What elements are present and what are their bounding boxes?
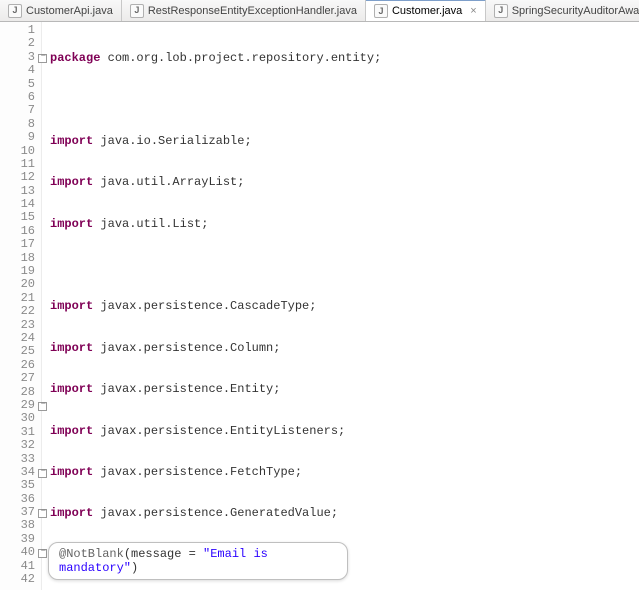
line-number: 22: [0, 305, 41, 318]
tab-customer[interactable]: J Customer.java ×: [366, 0, 486, 21]
java-file-icon: J: [130, 4, 144, 18]
line-number: 11: [0, 158, 41, 171]
line-number: 36: [0, 493, 41, 506]
line-number: 8: [0, 118, 41, 131]
tab-spring-security-auditor[interactable]: J SpringSecurityAuditorAware.j: [486, 0, 639, 21]
code-line: [50, 93, 583, 106]
line-number: 39: [0, 533, 41, 546]
code-line: import java.util.ArrayList;: [50, 176, 583, 189]
line-number: 25: [0, 345, 41, 358]
line-number[interactable]: 34: [0, 466, 41, 479]
line-number: 24: [0, 332, 41, 345]
line-number: 21: [0, 292, 41, 305]
line-number: 19: [0, 265, 41, 278]
line-number: 6: [0, 91, 41, 104]
editor-tabs: J CustomerApi.java J RestResponseEntityE…: [0, 0, 639, 22]
line-number: 17: [0, 238, 41, 251]
java-file-icon: J: [8, 4, 22, 18]
line-number: 27: [0, 372, 41, 385]
tab-label: CustomerApi.java: [26, 5, 113, 17]
highlight-callout: @NotBlank(message = "Email is mandatory"…: [48, 542, 348, 580]
tab-label: Customer.java: [392, 5, 462, 17]
line-number: 20: [0, 278, 41, 291]
tab-label: RestResponseEntityExceptionHandler.java: [148, 5, 357, 17]
line-number: 41: [0, 560, 41, 573]
line-number: 7: [0, 104, 41, 117]
line-gutter: 1 2 3 4 5 6 7 8 9 10 11 12 13 14 15 16 1…: [0, 22, 42, 590]
line-number: 18: [0, 252, 41, 265]
code-line: import javax.persistence.CascadeType;: [50, 300, 583, 313]
line-number: 28: [0, 386, 41, 399]
close-icon[interactable]: ×: [470, 5, 476, 17]
line-number[interactable]: 3: [0, 51, 41, 64]
line-number: 23: [0, 319, 41, 332]
line-number[interactable]: 37: [0, 506, 41, 519]
line-number: 15: [0, 211, 41, 224]
code-line: import javax.persistence.EntityListeners…: [50, 425, 583, 438]
line-number: 33: [0, 453, 41, 466]
line-number[interactable]: 29: [0, 399, 41, 412]
line-number[interactable]: 40: [0, 546, 41, 559]
code-line: import java.io.Serializable;: [50, 135, 583, 148]
line-number: 12: [0, 171, 41, 184]
line-number: 4: [0, 64, 41, 77]
line-number: 26: [0, 359, 41, 372]
line-number: 9: [0, 131, 41, 144]
line-number: 30: [0, 412, 41, 425]
line-number: 5: [0, 78, 41, 91]
line-number: 32: [0, 439, 41, 452]
java-file-icon: J: [374, 4, 388, 18]
line-number: 1: [0, 24, 41, 37]
line-number: 10: [0, 145, 41, 158]
line-number: 38: [0, 519, 41, 532]
code-line: import java.util.List;: [50, 218, 583, 231]
code-line: import javax.persistence.FetchType;: [50, 466, 583, 479]
code-line: import javax.persistence.Entity;: [50, 383, 583, 396]
code-line: [50, 259, 583, 272]
code-line: import javax.persistence.Column;: [50, 342, 583, 355]
tab-customer-api[interactable]: J CustomerApi.java: [0, 0, 122, 21]
line-number: 2: [0, 37, 41, 50]
code-line: package com.org.lob.project.repository.e…: [50, 52, 583, 65]
line-number: 42: [0, 573, 41, 586]
line-number: 14: [0, 198, 41, 211]
line-number: 16: [0, 225, 41, 238]
code-area[interactable]: package com.org.lob.project.repository.e…: [42, 22, 583, 590]
code-line: import javax.persistence.GeneratedValue;: [50, 507, 583, 520]
tab-rest-exception-handler[interactable]: J RestResponseEntityExceptionHandler.jav…: [122, 0, 366, 21]
tab-label: SpringSecurityAuditorAware.j: [512, 5, 639, 17]
line-number: 31: [0, 426, 41, 439]
line-number: 35: [0, 479, 41, 492]
line-number: 13: [0, 185, 41, 198]
code-editor[interactable]: 1 2 3 4 5 6 7 8 9 10 11 12 13 14 15 16 1…: [0, 22, 639, 590]
java-file-icon: J: [494, 4, 508, 18]
